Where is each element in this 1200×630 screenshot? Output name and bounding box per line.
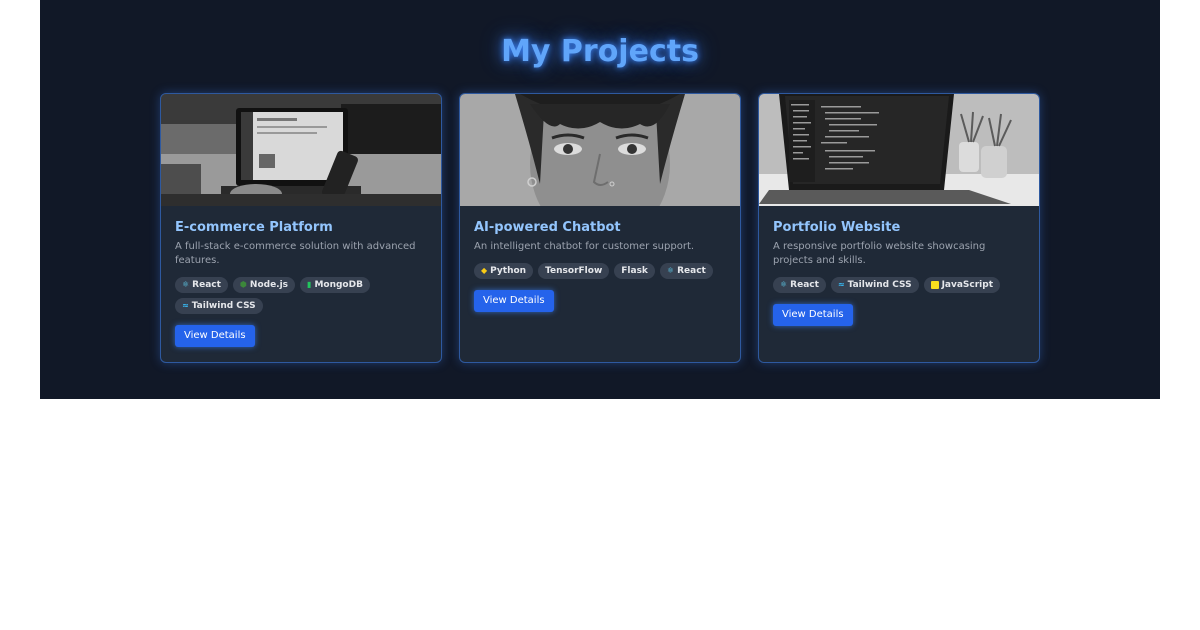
tech-tags: ⚛ React ≈ Tailwind CSS JavaScript bbox=[773, 277, 1025, 293]
mongodb-icon: ▮ bbox=[307, 280, 312, 289]
tag-tailwind: ≈ Tailwind CSS bbox=[830, 277, 919, 293]
javascript-icon bbox=[930, 281, 939, 289]
tag-label: React bbox=[790, 280, 819, 290]
project-image-laptop-code-editor bbox=[759, 94, 1039, 206]
tag-react: ⚛ React bbox=[659, 263, 713, 279]
tag-tensorflow: TensorFlow bbox=[538, 263, 610, 279]
tag-label: React bbox=[677, 266, 706, 276]
python-icon: ◆ bbox=[481, 266, 488, 275]
tailwind-icon: ≈ bbox=[182, 301, 189, 310]
tag-label: React bbox=[192, 280, 221, 290]
project-description: A responsive portfolio website showcasin… bbox=[773, 241, 986, 266]
project-title: E-commerce Platform bbox=[175, 220, 333, 235]
tag-label: Node.js bbox=[249, 280, 289, 290]
tag-label: TensorFlow bbox=[545, 266, 603, 276]
react-icon: ⚛ bbox=[780, 280, 788, 289]
tag-label: Tailwind CSS bbox=[191, 301, 256, 311]
tag-javascript: JavaScript bbox=[923, 277, 1001, 293]
view-details-button[interactable]: View Details bbox=[773, 304, 853, 326]
project-card-ecommerce: E-commerce Platform A full-stack e-comme… bbox=[160, 93, 442, 363]
tailwind-icon: ≈ bbox=[837, 280, 845, 289]
project-card-portfolio: Portfolio Website A responsive portfolio… bbox=[758, 93, 1040, 363]
project-description: A full-stack e-commerce solution with ad… bbox=[175, 241, 416, 266]
tag-python: ◆ Python bbox=[474, 263, 534, 279]
tag-label: Flask bbox=[621, 266, 648, 276]
project-image-laptop-and-phone bbox=[161, 94, 441, 206]
tag-mongodb: ▮ MongoDB bbox=[300, 277, 370, 293]
nodejs-icon: ⬢ bbox=[239, 280, 247, 289]
project-title: Portfolio Website bbox=[773, 220, 901, 235]
project-title: AI-powered Chatbot bbox=[474, 220, 621, 235]
tag-label: Tailwind CSS bbox=[847, 280, 912, 290]
tag-react: ⚛ React bbox=[175, 277, 228, 293]
project-card-chatbot: AI-powered Chatbot An intelligent chatbo… bbox=[459, 93, 741, 363]
tag-flask: Flask bbox=[614, 263, 655, 279]
view-details-button[interactable]: View Details bbox=[474, 290, 554, 312]
project-description: An intelligent chatbot for customer supp… bbox=[474, 241, 695, 252]
tag-label: Python bbox=[490, 266, 527, 276]
tag-tailwind: ≈ Tailwind CSS bbox=[175, 298, 263, 314]
section-title: My Projects bbox=[501, 34, 699, 69]
projects-section: My Projects E-commerce Platform A full-s… bbox=[40, 0, 1160, 399]
tech-tags: ◆ Python TensorFlow Flask ⚛ React bbox=[474, 263, 726, 279]
tag-react: ⚛ React bbox=[773, 277, 826, 293]
react-icon: ⚛ bbox=[182, 280, 190, 289]
project-image-woman-portrait bbox=[460, 94, 740, 206]
tech-tags: ⚛ React ⬢ Node.js ▮ MongoDB ≈ Tailwind CSS bbox=[175, 277, 427, 314]
tag-label: MongoDB bbox=[314, 280, 363, 290]
view-details-button[interactable]: View Details bbox=[175, 325, 255, 347]
tag-label: JavaScript bbox=[941, 280, 994, 290]
react-icon: ⚛ bbox=[666, 266, 675, 275]
tag-nodejs: ⬢ Node.js bbox=[232, 277, 296, 293]
